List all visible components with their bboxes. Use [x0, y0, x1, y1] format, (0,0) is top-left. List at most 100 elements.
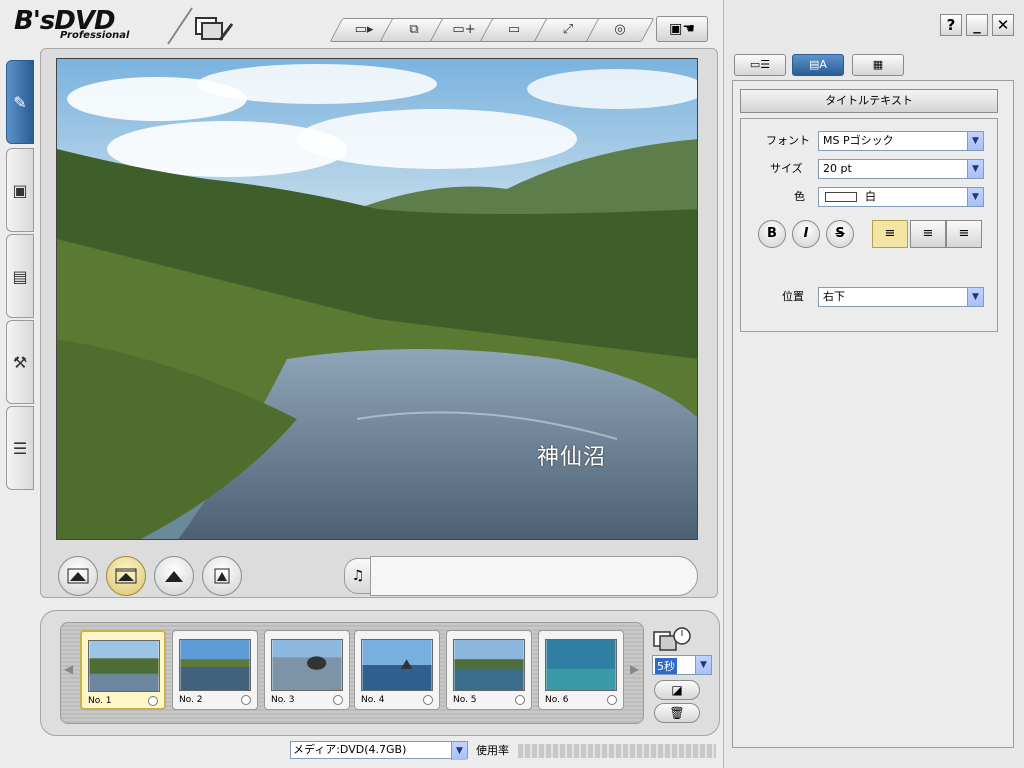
color-value: 白	[865, 190, 876, 203]
project-icon[interactable]	[192, 14, 236, 44]
usage-meter	[518, 744, 716, 758]
align-left-button[interactable]: ≡	[872, 220, 908, 248]
thumbnail-image	[361, 639, 433, 691]
music-note-icon: ♫	[351, 568, 365, 584]
app-logo: B'sDVD Professional	[14, 8, 174, 44]
thumbnail-image	[88, 640, 160, 692]
tab-tools[interactable]: ⚒	[6, 320, 34, 404]
italic-button[interactable]: I	[792, 220, 820, 248]
delete-icon: ▭	[507, 22, 521, 37]
list-icon: ☰	[12, 438, 28, 458]
color-label: 色	[794, 190, 805, 203]
thumbnail-item[interactable]: No. 6	[538, 630, 624, 710]
music-button[interactable]: ♫	[344, 558, 372, 594]
font-value: MS Pゴシック	[823, 134, 894, 147]
trash-button[interactable]: 🗑	[654, 703, 700, 723]
tools-icon: ⚒	[12, 352, 28, 372]
thumbnail-item[interactable]: No. 4	[354, 630, 440, 710]
mountain-icon	[214, 568, 230, 584]
display-mode-original[interactable]	[202, 556, 242, 596]
align-center-button[interactable]: ≡	[910, 220, 946, 248]
text-icon: ▤A	[809, 58, 827, 71]
tab-photo[interactable]: ▤	[6, 234, 34, 318]
thumbnail-image	[453, 639, 525, 691]
font-select[interactable]: MS Pゴシック ▼	[818, 131, 984, 151]
align-left-icon: ≡	[884, 226, 896, 241]
display-mode-crop[interactable]	[154, 556, 194, 596]
thumbnail-radio[interactable]	[423, 695, 433, 705]
thumbnail-label: No. 5	[453, 695, 477, 705]
logo-sub: Professional	[60, 30, 130, 41]
transition-icon: ◪	[671, 683, 683, 697]
slideshow-settings-icon: ▣☚	[669, 21, 695, 37]
edit-icon: ✎	[13, 92, 27, 112]
thumbnail-label: No. 2	[179, 695, 203, 705]
slideshow-settings-button[interactable]: ▣☚	[656, 16, 708, 42]
tab-title-text[interactable]: ▤A	[792, 54, 844, 76]
align-right-icon: ≡	[958, 226, 970, 241]
thumbnail-label: No. 6	[545, 695, 569, 705]
scroll-left-arrow[interactable]: ◀	[64, 662, 73, 676]
scroll-right-arrow[interactable]: ▶	[630, 662, 639, 676]
tab-table[interactable]: ▦	[852, 54, 904, 76]
tab-edit[interactable]: ✎	[6, 60, 34, 144]
display-mode-fit[interactable]	[58, 556, 98, 596]
thumbnail-item[interactable]: No. 2	[172, 630, 258, 710]
music-field[interactable]	[370, 556, 698, 596]
grid-icon: ▦	[872, 58, 884, 71]
thumbnail-label: No. 1	[88, 696, 112, 706]
help-button[interactable]: ?	[940, 14, 962, 36]
transition-button[interactable]: ◪	[654, 680, 700, 700]
thumbnail-item[interactable]: No. 1	[80, 630, 166, 710]
media-select[interactable]: メディア:DVD(4.7GB) ▼	[290, 741, 468, 760]
mountain-icon	[165, 571, 183, 582]
display-mode-fill[interactable]	[106, 556, 146, 596]
tab-list[interactable]: ☰	[6, 406, 34, 490]
align-center-icon: ≡	[922, 226, 934, 241]
preview-image: 神仙沼	[56, 58, 698, 540]
thumbnail-label: No. 4	[361, 695, 385, 705]
position-select[interactable]: 右下 ▼	[818, 287, 984, 307]
thumbnail-label: No. 3	[271, 695, 295, 705]
trash-icon: 🗑	[669, 706, 685, 720]
thumbnail-item[interactable]: No. 5	[446, 630, 532, 710]
thumbnail-radio[interactable]	[515, 695, 525, 705]
color-swatch	[825, 192, 857, 202]
chevron-down-icon[interactable]: ▼	[967, 288, 983, 306]
video-icon: ▣	[12, 180, 28, 200]
thumbnail-radio[interactable]	[607, 695, 617, 705]
duration-value: 5秒	[655, 658, 677, 674]
color-select[interactable]: 白 ▼	[818, 187, 984, 207]
tab-video[interactable]: ▣	[6, 148, 34, 232]
chevron-down-icon[interactable]: ▼	[967, 160, 983, 178]
thumbnail-image	[271, 639, 343, 691]
size-select[interactable]: 20 pt ▼	[818, 159, 984, 179]
size-label: サイズ	[770, 162, 803, 175]
minimize-button[interactable]: _	[966, 14, 988, 36]
align-right-button[interactable]: ≡	[946, 220, 982, 248]
media-value: メディア:DVD(4.7GB)	[293, 743, 407, 756]
section-header: タイトルテキスト	[740, 89, 998, 113]
timer-icon	[653, 627, 691, 651]
disc-button[interactable]: ◎	[585, 18, 655, 42]
thumbnail-radio[interactable]	[333, 695, 343, 705]
duration-select[interactable]: 5秒 ▼	[652, 655, 712, 675]
thumbnail-radio[interactable]	[148, 696, 158, 706]
close-button[interactable]: ✕	[992, 14, 1014, 36]
thumbnail-image	[545, 639, 617, 691]
thumbnail-image	[179, 639, 251, 691]
thumbnail-item[interactable]: No. 3	[264, 630, 350, 710]
chevron-down-icon[interactable]: ▼	[695, 656, 711, 674]
mountain-icon	[67, 568, 89, 584]
title-text-overlay[interactable]: 神仙沼	[537, 439, 606, 471]
disc-icon: ◎	[614, 22, 626, 37]
bold-button[interactable]: B	[758, 220, 786, 248]
usage-label: 使用率	[476, 744, 509, 757]
thumbnail-radio[interactable]	[241, 695, 251, 705]
tab-layout[interactable]: ▭☰	[734, 54, 786, 76]
strikethrough-button[interactable]: S	[826, 220, 854, 248]
photo-icon: ▤	[12, 266, 28, 286]
chevron-down-icon[interactable]: ▼	[967, 188, 983, 206]
chevron-down-icon[interactable]: ▼	[967, 132, 983, 150]
chevron-down-icon[interactable]: ▼	[451, 742, 467, 760]
